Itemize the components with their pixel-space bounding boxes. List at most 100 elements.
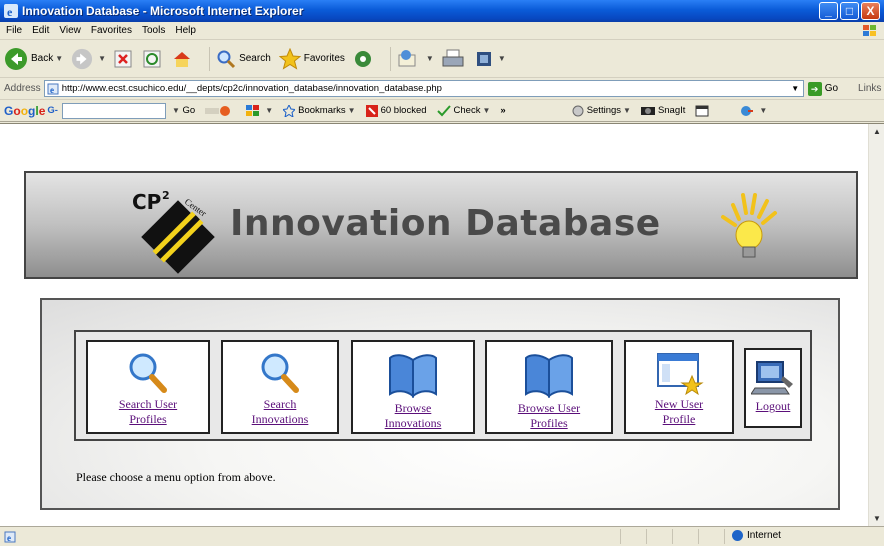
pagerank-icon: [205, 105, 231, 116]
extra-toolbar-button[interactable]: ▼: [740, 105, 767, 117]
search-button[interactable]: Search: [216, 49, 271, 69]
google-search-input[interactable]: [61, 102, 166, 119]
scroll-down-icon[interactable]: ▼: [869, 511, 884, 527]
page-icon: e: [47, 83, 59, 95]
search-innovations-button[interactable]: Search Innovations: [221, 340, 339, 434]
vertical-scrollbar[interactable]: ▲ ▼: [868, 124, 884, 527]
address-input[interactable]: e http://www.ecst.csuchico.edu/__depts/c…: [43, 80, 804, 97]
forward-dropdown-icon[interactable]: ▼: [98, 54, 106, 63]
bookmarks-dropdown-icon[interactable]: ▼: [348, 106, 356, 115]
edit-dropdown-icon[interactable]: ▼: [498, 54, 506, 63]
search-innovations-line1: Search: [263, 397, 297, 411]
status-bar: e Internet: [0, 526, 884, 546]
status-divider: [698, 529, 699, 544]
browse-user-profiles-line2: Profiles: [530, 416, 568, 430]
refresh-button[interactable]: [143, 50, 164, 68]
bookmarks-button[interactable]: Bookmarks ▼: [283, 104, 356, 117]
status-divider: [620, 529, 621, 544]
new-user-profile-button[interactable]: New User Profile: [624, 340, 734, 434]
home-button[interactable]: [172, 50, 195, 68]
search-label: Search: [239, 53, 271, 64]
mail-icon: [398, 49, 416, 66]
google-g-menu[interactable]: G-: [47, 105, 58, 116]
browse-user-profiles-line1: Browse User: [517, 401, 581, 415]
svg-text:2: 2: [162, 189, 170, 202]
close-button[interactable]: X: [861, 2, 880, 20]
status-divider: [646, 529, 647, 544]
mail-button[interactable]: ▼: [397, 49, 434, 69]
menu-favorites[interactable]: Favorites: [91, 25, 132, 36]
menu-bar: File Edit View Favorites Tools Help: [0, 22, 884, 40]
site-banner: CP 2 Center Innovation Database: [24, 171, 858, 279]
check-label: Check: [453, 105, 481, 116]
browse-innovations-line2: Innovations: [384, 416, 442, 430]
print-button[interactable]: [442, 49, 467, 69]
browse-innovations-button[interactable]: Browse Innovations: [351, 340, 475, 434]
magnifier-icon: [129, 353, 167, 393]
google-options[interactable]: ▼: [246, 104, 273, 117]
popup-blocker-button[interactable]: 60 blocked: [365, 104, 427, 117]
stop-button[interactable]: [114, 50, 135, 68]
check-dropdown-icon[interactable]: ▼: [482, 106, 490, 115]
go-button[interactable]: ➔ Go: [807, 81, 838, 96]
back-button[interactable]: Back ▼: [4, 47, 63, 71]
blocked-label: 60 blocked: [380, 105, 427, 116]
google-go-button[interactable]: ▼ Go: [170, 105, 195, 116]
new-user-profile-line1: New User: [654, 397, 704, 411]
search-icon: [217, 50, 236, 68]
links-button[interactable]: Links: [858, 83, 881, 94]
light-bulb-icon: [721, 193, 777, 258]
globe-arrow-icon: [741, 105, 754, 116]
window-title: Innovation Database - Microsoft Internet…: [22, 4, 304, 18]
back-dropdown-icon[interactable]: ▼: [55, 54, 63, 63]
snagit-icon: [640, 106, 655, 115]
address-url: http://www.ecst.csuchico.edu/__depts/cp2…: [61, 83, 442, 94]
google-pagerank[interactable]: [205, 105, 236, 117]
toolbar-separator: [389, 46, 391, 71]
menu-help[interactable]: Help: [175, 25, 196, 36]
minimize-button[interactable]: _: [819, 2, 838, 20]
star-icon: [278, 47, 301, 70]
search-user-profiles-line1: Search User: [118, 397, 178, 411]
refresh-icon: [143, 50, 161, 67]
options-dropdown-icon[interactable]: ▼: [265, 106, 273, 115]
edit-button[interactable]: ▼: [475, 50, 506, 68]
spell-check-button[interactable]: Check ▼: [436, 104, 490, 117]
bookmarks-label: Bookmarks: [298, 105, 346, 116]
zone-label: Internet: [747, 530, 781, 541]
google-dropdown-icon[interactable]: ▼: [172, 106, 180, 115]
address-dropdown-icon[interactable]: ▼: [789, 82, 802, 95]
favorites-button[interactable]: Favorites: [278, 47, 345, 70]
go-arrow-icon: ➔: [807, 81, 822, 96]
browse-innovations-line1: Browse: [394, 401, 432, 415]
page-status-icon: e: [4, 531, 16, 543]
browse-user-profiles-button[interactable]: Browse User Profiles: [485, 340, 613, 434]
settings-label: Settings: [586, 105, 622, 116]
menu-edit[interactable]: Edit: [32, 25, 49, 36]
snagit-button[interactable]: SnagIt: [640, 105, 685, 116]
address-label: Address: [4, 83, 41, 94]
media-button[interactable]: [353, 49, 376, 69]
snagit-window-button[interactable]: [695, 105, 712, 117]
logout-button[interactable]: Logout: [744, 348, 802, 428]
forward-button[interactable]: ▼: [71, 48, 106, 70]
menu-view[interactable]: View: [59, 25, 81, 36]
mail-dropdown-icon[interactable]: ▼: [426, 54, 434, 63]
address-bar: Address e http://www.ecst.csuchico.edu/_…: [0, 78, 884, 100]
maximize-button[interactable]: □: [840, 2, 859, 20]
options-icon: [246, 104, 260, 116]
settings-button[interactable]: Settings ▼: [572, 105, 631, 117]
extra-dropdown-icon[interactable]: ▼: [759, 106, 767, 115]
menu-file[interactable]: File: [6, 25, 22, 36]
settings-dropdown-icon[interactable]: ▼: [623, 106, 631, 115]
scroll-up-icon[interactable]: ▲: [869, 124, 884, 140]
googlebar-more[interactable]: »: [500, 105, 505, 116]
computer-icon: [751, 361, 793, 395]
svg-text:e: e: [7, 5, 13, 18]
google-logo[interactable]: Google: [4, 104, 45, 118]
google-go-label: Go: [182, 105, 196, 116]
google-toolbar: Google G- ▼ Go ▼ Bookmarks ▼ 60 blocked C…: [0, 100, 884, 122]
search-user-profiles-button[interactable]: Search User Profiles: [86, 340, 210, 434]
menu-tools[interactable]: Tools: [142, 25, 165, 36]
home-icon: [174, 51, 191, 67]
